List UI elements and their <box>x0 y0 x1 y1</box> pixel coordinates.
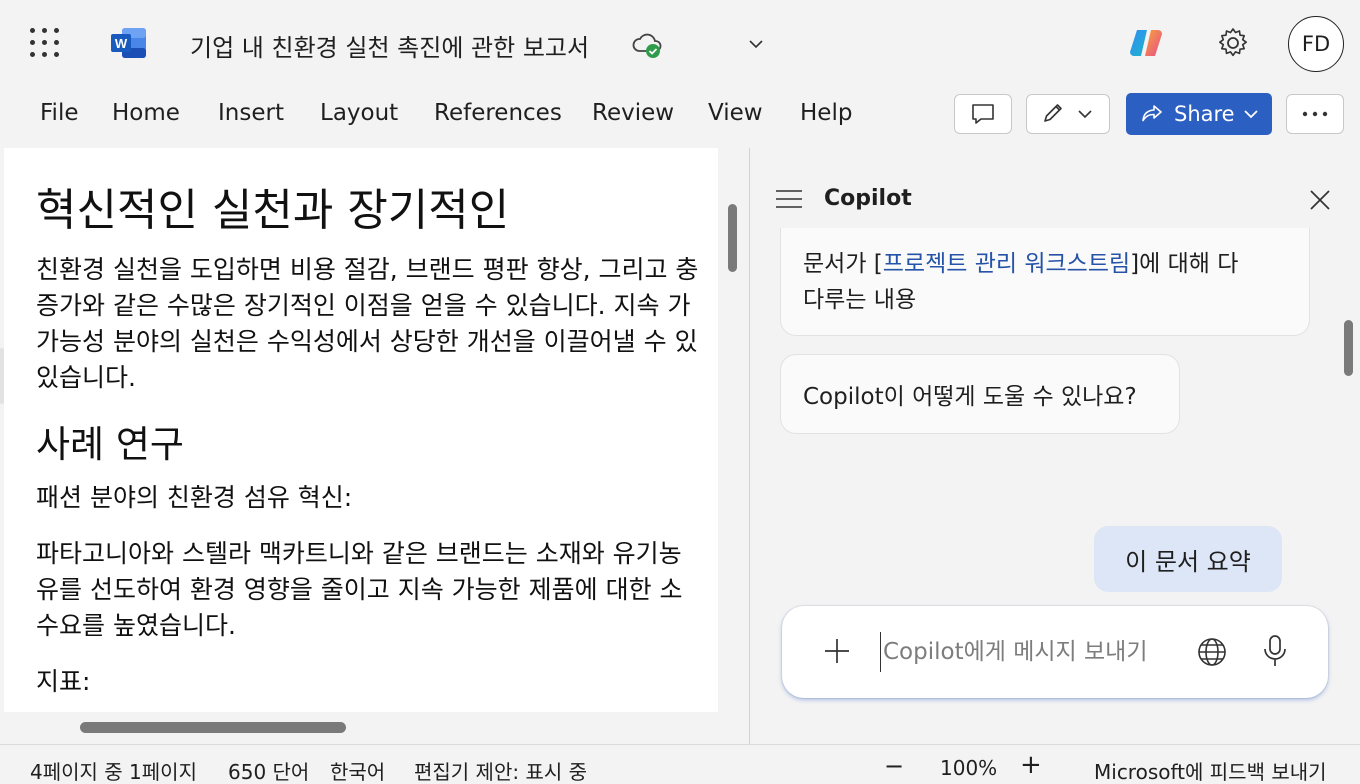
copilot-pane: Copilot 문서가 [프로젝트 관리 워크스트림]에 대해 다 다루는 내용… <box>750 148 1360 744</box>
cloud-saved-icon[interactable] <box>632 30 664 60</box>
paragraph-line: 수요를 높였습니다. <box>36 611 236 640</box>
paragraph-line: 파타고니아와 스텔라 맥카트니와 같은 브랜드는 소재와 유기농 <box>36 539 682 568</box>
chevron-down-icon[interactable] <box>746 34 766 54</box>
globe-icon[interactable] <box>1196 636 1228 668</box>
paragraph-line: 증가와 같은 수많은 장기적인 이점을 얻을 수 있습니다. 지속 가 <box>36 291 691 320</box>
feedback-link[interactable]: Microsoft에 피드백 보내기 <box>1094 756 1327 784</box>
chevron-down-icon <box>1243 110 1258 119</box>
document-page[interactable]: 혁신적인 실천과 장기적인 친환경 실천을 도입하면 비용 절감, 브랜드 평판… <box>4 148 718 712</box>
zoom-in-button[interactable]: + <box>1020 750 1042 780</box>
settings-gear-icon[interactable] <box>1216 26 1250 60</box>
tab-home[interactable]: Home <box>112 100 180 126</box>
menu-icon[interactable] <box>774 188 804 210</box>
paragraph-line: 있습니다. <box>36 363 136 392</box>
language-indicator[interactable]: 한국어 <box>330 756 385 784</box>
paragraph-line: 유를 선도하여 환경 영향을 줄이고 지속 가능한 제품에 대한 소 <box>36 575 683 604</box>
share-button[interactable]: Share <box>1126 93 1272 135</box>
message-text: ]에 대해 다 <box>1130 251 1239 277</box>
copilot-scrollbar[interactable] <box>1344 320 1353 376</box>
document-title[interactable]: 기업 내 친환경 실천 촉진에 관한 보고서 <box>190 28 589 63</box>
copilot-message-input[interactable] <box>880 632 1170 672</box>
tab-references[interactable]: References <box>434 100 562 126</box>
copilot-message: 문서가 [프로젝트 관리 워크스트림]에 대해 다 다루는 내용 <box>780 228 1310 336</box>
editor-suggestions[interactable]: 편집기 제안: 표시 중 <box>414 756 587 784</box>
more-options-button[interactable] <box>1286 94 1344 134</box>
word-logo-icon: W <box>111 28 146 58</box>
add-icon[interactable] <box>822 636 852 666</box>
copilot-logo-icon[interactable] <box>1128 26 1164 60</box>
user-avatar[interactable]: FD <box>1288 16 1344 72</box>
comment-icon <box>972 104 994 124</box>
more-horizontal-icon <box>1302 111 1328 117</box>
copilot-compose-box <box>782 606 1328 698</box>
ribbon-tabs: File Home Insert Layout References Revie… <box>0 88 1360 148</box>
tab-layout[interactable]: Layout <box>320 100 398 126</box>
copilot-message: Copilot이 어떻게 도울 수 있나요? <box>780 354 1180 434</box>
workstream-link[interactable]: 프로젝트 관리 워크스트림 <box>883 251 1130 277</box>
document-heading-2: 사례 연구 <box>36 423 184 466</box>
status-bar: 4페이지 중 1페이지 650 단어 한국어 편집기 제안: 표시 중 − 10… <box>0 744 1360 784</box>
tab-help[interactable]: Help <box>800 100 852 126</box>
paragraph-line: 친환경 실천을 도입하면 비용 절감, 브랜드 평판 향상, 그리고 충 <box>36 255 699 284</box>
tab-review[interactable]: Review <box>592 100 674 126</box>
document-vertical-scrollbar[interactable] <box>728 204 737 272</box>
tab-view[interactable]: View <box>708 100 763 126</box>
document-subheading: 패션 분야의 친환경 섬유 혁신: <box>36 483 353 512</box>
document-heading-1: 혁신적인 실천과 장기적인 <box>36 185 510 236</box>
pencil-icon <box>1044 104 1062 122</box>
left-edge-handle <box>0 348 4 404</box>
copilot-title: Copilot <box>824 186 912 211</box>
tab-file[interactable]: File <box>40 100 79 126</box>
title-bar: W 기업 내 친환경 실천 촉진에 관한 보고서 FD <box>0 0 1360 88</box>
document-subheading: 지표: <box>36 667 91 696</box>
word-count[interactable]: 650 단어 <box>228 756 309 784</box>
message-line: 문서가 [프로젝트 관리 워크스트림]에 대해 다 <box>803 244 1238 278</box>
page-count[interactable]: 4페이지 중 1페이지 <box>30 756 197 784</box>
editing-mode-button[interactable] <box>1026 94 1110 134</box>
paragraph-line: 가능성 분야의 실천은 수익성에서 상당한 개선을 이끌어낼 수 있 <box>36 327 698 356</box>
document-horizontal-scrollbar[interactable] <box>80 722 346 733</box>
message-text: 문서가 [ <box>803 251 883 277</box>
comments-button[interactable] <box>954 94 1012 134</box>
zoom-level[interactable]: 100% <box>940 756 997 780</box>
close-icon[interactable] <box>1308 188 1332 212</box>
svg-text:W: W <box>115 36 128 51</box>
tab-insert[interactable]: Insert <box>218 100 284 126</box>
zoom-out-button[interactable]: − <box>884 752 904 780</box>
microphone-icon[interactable] <box>1262 634 1288 668</box>
share-icon <box>1142 105 1162 122</box>
user-message: 이 문서 요약 <box>1094 526 1282 592</box>
document-canvas: 혁신적인 실천과 장기적인 친환경 실천을 도입하면 비용 절감, 브랜드 평판… <box>0 148 750 744</box>
message-line: 다루는 내용 <box>803 287 917 313</box>
chevron-down-icon <box>1078 110 1092 119</box>
share-label: Share <box>1174 102 1235 126</box>
app-launcher-icon[interactable] <box>30 28 60 58</box>
